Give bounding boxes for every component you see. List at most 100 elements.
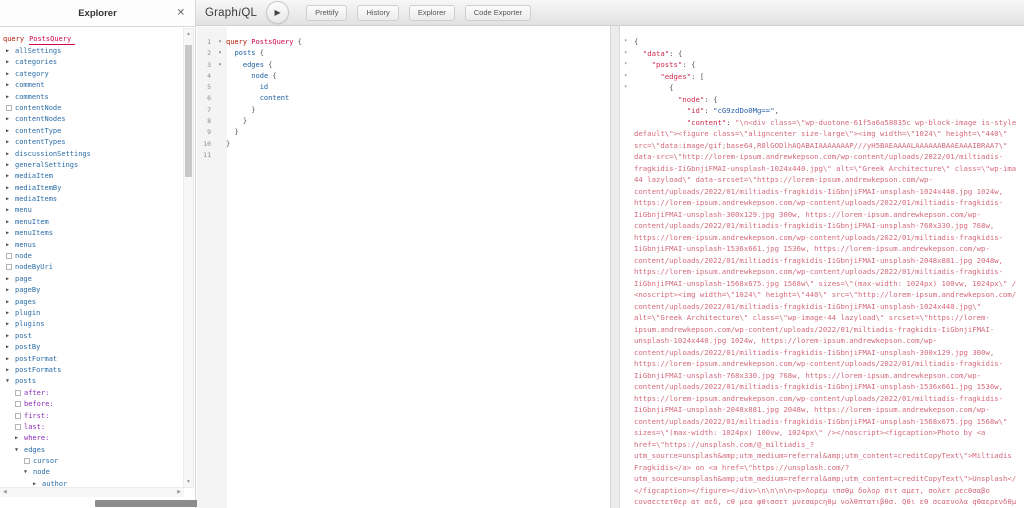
checkbox-icon[interactable]	[24, 458, 30, 465]
collapse-icon[interactable]: ▶	[6, 57, 15, 68]
checkbox-icon[interactable]	[6, 253, 12, 260]
explorer-item-menu[interactable]: ▶ menu	[3, 205, 183, 216]
collapse-icon[interactable]: ▶	[6, 126, 15, 137]
explorer-item-where[interactable]: ▶ where:	[3, 433, 183, 444]
collapse-icon[interactable]: ▶	[6, 171, 15, 182]
fold-icon[interactable]: ▾	[621, 71, 634, 83]
explorer-item-mediaItem[interactable]: ▶ mediaItem	[3, 171, 183, 182]
collapse-icon[interactable]: ▶	[6, 319, 15, 330]
explorer-item-node[interactable]: node	[3, 251, 183, 262]
collapse-icon[interactable]: ▶	[6, 80, 15, 91]
collapse-icon[interactable]: ▶	[6, 114, 15, 125]
explorer-item-after[interactable]: after:	[3, 388, 183, 399]
scrollbar-thumb[interactable]	[185, 45, 192, 177]
explorer-vertical-scrollbar[interactable]: ▲ ▼	[183, 28, 194, 488]
explorer-item-discussionSettings[interactable]: ▶ discussionSettings	[3, 149, 183, 160]
explorer-item-postFormats[interactable]: ▶ postFormats	[3, 365, 183, 376]
collapse-icon[interactable]: ▶	[6, 308, 15, 319]
explorer-item-author[interactable]: ▶ author	[3, 479, 183, 487]
fold-icon[interactable]: ▾	[214, 37, 226, 48]
collapse-icon[interactable]: ▶	[6, 205, 15, 216]
checkbox-icon[interactable]	[15, 423, 21, 430]
fold-icon[interactable]: ▾	[214, 60, 226, 71]
checkbox-icon[interactable]	[6, 104, 12, 111]
collapse-icon[interactable]: ▶	[6, 331, 15, 342]
pane-resize-divider[interactable]	[610, 26, 620, 508]
explorer-item-contentNode[interactable]: contentNode	[3, 103, 183, 114]
prettify-button[interactable]: Prettify	[306, 4, 348, 21]
checkbox-icon[interactable]	[15, 412, 21, 419]
checkbox-icon[interactable]	[15, 389, 21, 396]
fold-icon[interactable]: ▾	[621, 48, 634, 60]
explorer-item-categories[interactable]: ▶ categories	[3, 57, 183, 68]
explorer-item-posts[interactable]: ▼ posts	[3, 376, 183, 387]
explorer-item-nodeByUri[interactable]: nodeByUri	[3, 262, 183, 273]
explorer-item-plugins[interactable]: ▶ plugins	[3, 319, 183, 330]
explorer-item-mediaItemBy[interactable]: ▶ mediaItemBy	[3, 183, 183, 194]
collapse-icon[interactable]: ▶	[6, 69, 15, 80]
expand-icon[interactable]: ▼	[6, 376, 15, 387]
explorer-item-contentType[interactable]: ▶ contentType	[3, 126, 183, 137]
collapse-icon[interactable]: ▶	[6, 285, 15, 296]
explorer-item-pages[interactable]: ▶ pages	[3, 297, 183, 308]
explorer-item-contentTypes[interactable]: ▶ contentTypes	[3, 137, 183, 148]
fold-icon[interactable]: ▾	[621, 59, 634, 71]
collapse-icon[interactable]: ▶	[33, 479, 42, 487]
close-icon[interactable]: ✕	[177, 8, 185, 19]
fold-icon[interactable]: ▾	[621, 36, 634, 48]
collapse-icon[interactable]: ▶	[6, 228, 15, 239]
expand-icon[interactable]: ▼	[24, 467, 33, 478]
collapse-icon[interactable]: ▶	[6, 342, 15, 353]
explorer-item-postFormat[interactable]: ▶ postFormat	[3, 354, 183, 365]
checkbox-icon[interactable]	[15, 401, 21, 408]
collapse-icon[interactable]: ▶	[6, 240, 15, 251]
collapse-icon[interactable]: ▶	[6, 194, 15, 205]
collapse-icon[interactable]: ▶	[15, 433, 24, 444]
collapse-icon[interactable]: ▶	[6, 92, 15, 103]
operation-row[interactable]: query PostsQuery	[3, 33, 183, 46]
explorer-item-comments[interactable]: ▶ comments	[3, 92, 183, 103]
scroll-up-icon[interactable]: ▲	[184, 31, 193, 37]
explorer-item-before[interactable]: before:	[3, 399, 183, 410]
explorer-item-contentNodes[interactable]: ▶ contentNodes	[3, 114, 183, 125]
scroll-right-icon[interactable]: ▶	[177, 489, 181, 495]
fold-icon[interactable]: ▾	[621, 82, 634, 94]
explorer-item-node[interactable]: ▼ node	[3, 467, 183, 478]
explorer-item-allSettings[interactable]: ▶ allSettings	[3, 46, 183, 57]
explorer-item-menuItems[interactable]: ▶ menuItems	[3, 228, 183, 239]
collapse-icon[interactable]: ▶	[6, 274, 15, 285]
explorer-toggle-button[interactable]: Explorer	[408, 4, 455, 21]
execute-button[interactable]: ▶	[266, 1, 290, 24]
scroll-down-icon[interactable]: ▼	[184, 479, 193, 485]
response-viewer[interactable]: ▾{▾ "data": {▾ "posts": {▾ "edges": [▾ {…	[621, 26, 1024, 508]
scroll-left-icon[interactable]: ◀	[3, 489, 7, 495]
explorer-item-last[interactable]: last:	[3, 422, 183, 433]
collapse-icon[interactable]: ▶	[6, 354, 15, 365]
explorer-item-plugin[interactable]: ▶ plugin	[3, 308, 183, 319]
explorer-item-pageBy[interactable]: ▶ pageBy	[3, 285, 183, 296]
explorer-horizontal-scrollbar[interactable]: ◀ ▶	[0, 487, 184, 497]
operation-name-input[interactable]: PostsQuery	[29, 35, 76, 45]
explorer-item-postBy[interactable]: ▶ postBy	[3, 342, 183, 353]
checkbox-icon[interactable]	[6, 264, 12, 271]
explorer-item-page[interactable]: ▶ page	[3, 274, 183, 285]
collapse-icon[interactable]: ▶	[6, 46, 15, 57]
collapse-icon[interactable]: ▶	[6, 217, 15, 228]
expand-icon[interactable]: ▼	[15, 445, 24, 456]
explorer-item-category[interactable]: ▶ category	[3, 69, 183, 80]
collapse-icon[interactable]: ▶	[6, 137, 15, 148]
explorer-item-post[interactable]: ▶ post	[3, 331, 183, 342]
collapse-icon[interactable]: ▶	[6, 297, 15, 308]
explorer-item-generalSettings[interactable]: ▶ generalSettings	[3, 160, 183, 171]
query-editor[interactable]: 1 ▾ query PostsQuery {2 ▾ posts {3 ▾ edges {…	[197, 27, 610, 508]
fold-icon[interactable]: ▾	[214, 48, 226, 59]
explorer-item-edges[interactable]: ▼ edges	[3, 445, 183, 456]
collapse-icon[interactable]: ▶	[6, 183, 15, 194]
explorer-item-menuItem[interactable]: ▶ menuItem	[3, 217, 183, 228]
explorer-item-first[interactable]: first:	[3, 411, 183, 422]
collapse-icon[interactable]: ▶	[6, 365, 15, 376]
explorer-item-mediaItems[interactable]: ▶ mediaItems	[3, 194, 183, 205]
explorer-item-cursor[interactable]: cursor	[3, 456, 183, 467]
history-button[interactable]: History	[357, 4, 399, 21]
collapse-icon[interactable]: ▶	[6, 160, 15, 171]
